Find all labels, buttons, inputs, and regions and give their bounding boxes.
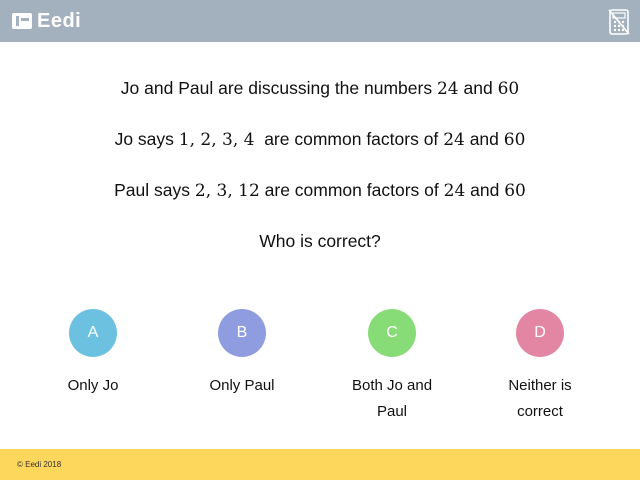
option-b-text: Only Paul: [209, 377, 275, 394]
and-text: and: [470, 180, 500, 200]
paul-factors: 2, 3, 12: [194, 181, 260, 201]
copyright-text: © Eedi 2018: [17, 460, 62, 469]
number-60: 60: [497, 79, 520, 99]
number-24: 24: [443, 130, 465, 150]
common-factors-text: are common factors of: [264, 129, 439, 149]
footer-bar: © Eedi 2018: [0, 449, 640, 480]
option-d-text: Neither is correct: [508, 377, 572, 420]
paul-says-text: Paul says: [114, 180, 190, 200]
option-c-text: Both Jo and Paul: [351, 377, 433, 420]
question-line-2: Jo says 1, 2, 3, 4 are common factors of…: [0, 126, 640, 177]
answer-options: A Only Jo B Only Paul C Both Jo and Paul…: [0, 309, 640, 429]
common-factors-text: are common factors of: [264, 180, 439, 200]
number-24: 24: [443, 181, 466, 201]
option-a-button[interactable]: A: [69, 309, 117, 357]
question-line-3: Paul says 2, 3, 12 are common factors of…: [0, 177, 640, 228]
option-d-button[interactable]: D: [516, 309, 564, 357]
jo-says-text: Jo says: [114, 129, 174, 149]
eedi-logo-icon: [12, 13, 32, 29]
logo-text: Eedi: [37, 10, 82, 32]
number-60: 60: [503, 130, 526, 150]
option-c-button[interactable]: C: [368, 309, 416, 357]
and-text: and: [469, 129, 499, 149]
option-d[interactable]: D Neither is correct: [480, 309, 600, 425]
option-b[interactable]: B Only Paul: [182, 309, 302, 399]
option-c[interactable]: C Both Jo and Paul: [332, 309, 452, 425]
question-line-1-text: Jo and Paul are discussing the numbers: [120, 78, 433, 98]
option-a-text: Only Jo: [67, 377, 119, 394]
question-line-1-and: and: [463, 78, 493, 98]
number-60: 60: [504, 181, 526, 201]
question-line-1: Jo and Paul are discussing the numbers 2…: [0, 75, 640, 126]
question-line-4: Who is correct?: [259, 231, 381, 251]
option-b-button[interactable]: B: [218, 309, 266, 357]
jo-factors: 1, 2, 3, 4: [178, 130, 255, 150]
eedi-logo: Eedi: [12, 10, 81, 32]
option-a[interactable]: A Only Jo: [33, 309, 153, 399]
question-text: Jo and Paul are discussing the numbers 2…: [0, 75, 640, 279]
calculator-disabled-icon[interactable]: [608, 9, 630, 35]
question-page: Eedi Jo and Paul are discussing the numb…: [0, 0, 640, 480]
header-bar: Eedi: [0, 0, 640, 42]
number-24: 24: [436, 79, 459, 99]
